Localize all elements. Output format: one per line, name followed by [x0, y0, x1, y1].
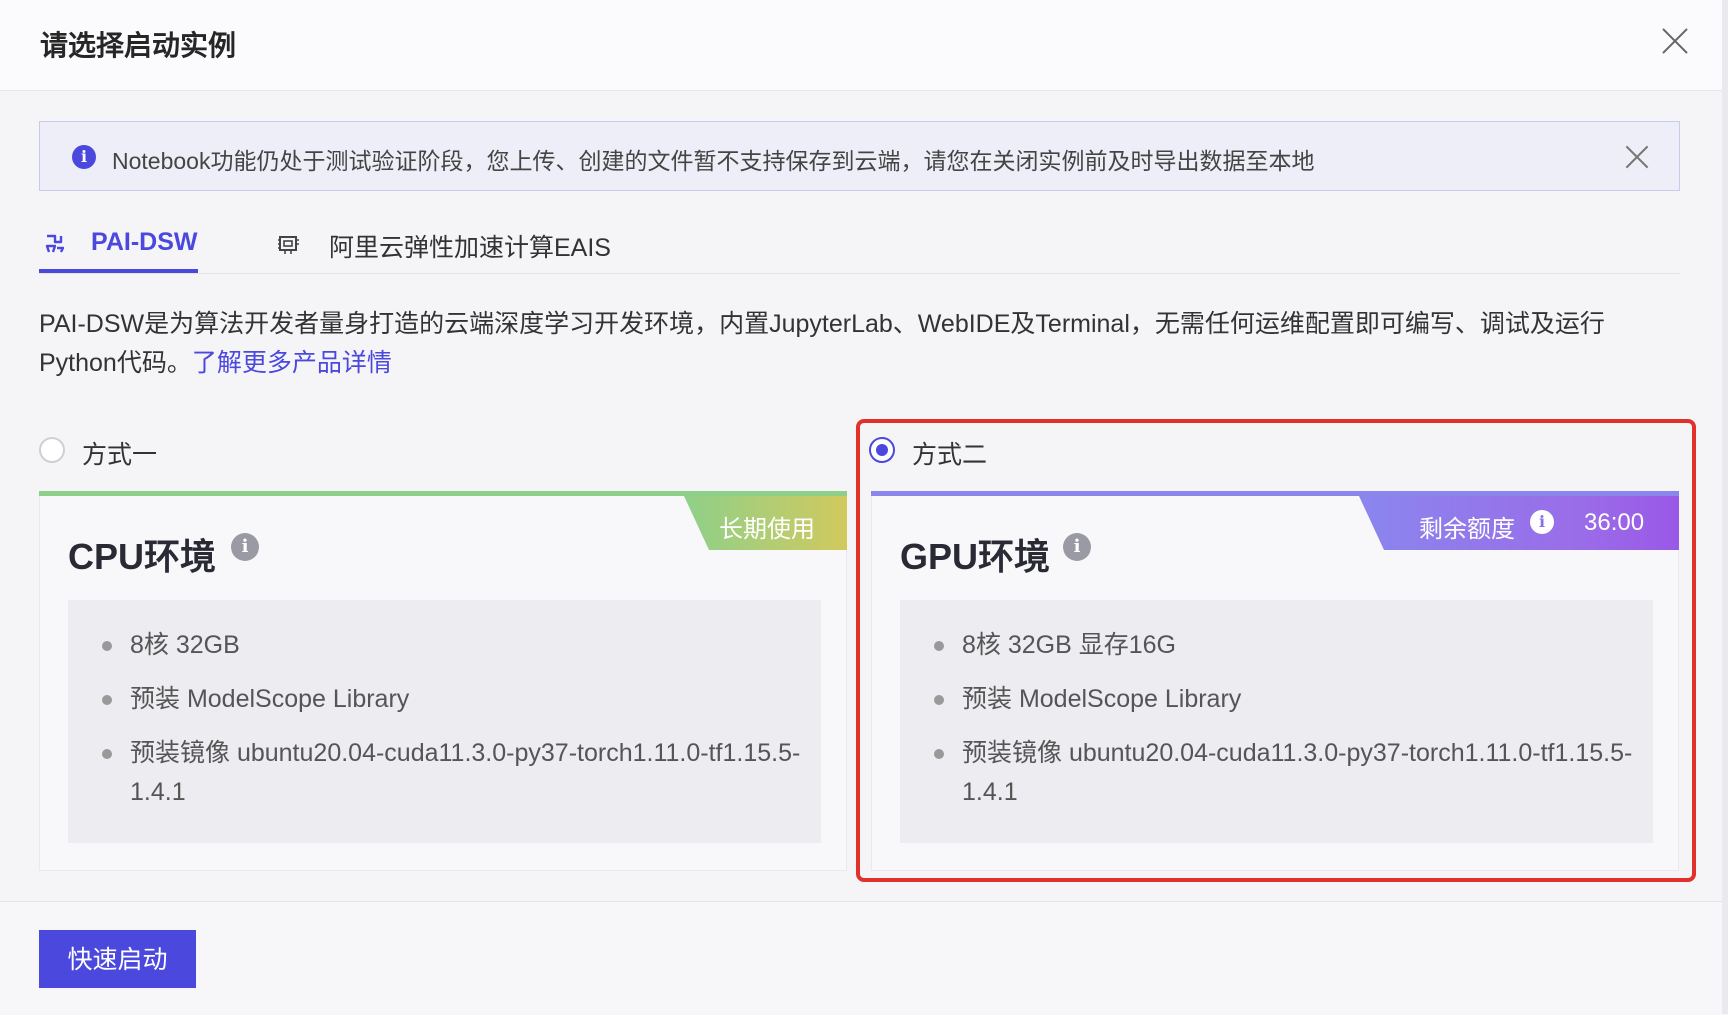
quota-label: 剩余额度 — [1419, 516, 1515, 543]
info-icon: i — [72, 145, 96, 169]
long-term-badge: 长期使用 — [684, 496, 847, 550]
product-description: PAI-DSW是为算法开发者量身打造的云端深度学习开发环境，内置JupyterL… — [39, 305, 1679, 383]
spec-item: 预装 ModelScope Library — [102, 680, 802, 719]
gpu-card-title: GPU环境 — [900, 536, 1051, 577]
spec-item: 8核 32GB — [102, 626, 802, 665]
alert-text: Notebook功能仍处于测试验证阶段，您上传、创建的文件暂不支持保存到云端，请… — [112, 148, 1315, 174]
pai-dsw-icon — [45, 234, 65, 253]
long-term-badge-text: 长期使用 — [719, 516, 815, 543]
cpu-info-icon[interactable]: i — [231, 533, 259, 561]
option-2-radio[interactable] — [869, 437, 895, 463]
tab-label: PAI-DSW — [91, 228, 198, 256]
dialog-footer: 快速启动 — [0, 901, 1728, 1015]
scrollbar-edge — [1722, 0, 1728, 1014]
gpu-info-icon[interactable]: i — [1063, 533, 1091, 561]
spec-item: 预装镜像 ubuntu20.04-cuda11.3.0-py37-torch1.… — [934, 734, 1634, 812]
option-1-label: 方式一 — [82, 441, 158, 469]
dialog-close-icon[interactable] — [1660, 26, 1690, 56]
quick-launch-button[interactable]: 快速启动 — [39, 930, 196, 988]
cpu-spec-list: 8核 32GB 预装 ModelScope Library 预装镜像 ubunt… — [102, 626, 802, 827]
quota-badge: 剩余额度 i 36:00 — [1359, 496, 1679, 550]
gpu-spec-box: 8核 32GB 显存16G 预装 ModelScope Library 预装镜像… — [900, 600, 1653, 843]
alert-close-icon[interactable] — [1624, 144, 1650, 170]
gpu-card[interactable]: 剩余额度 i 36:00 GPU环境 i 8核 32GB 显存16G 预装 Mo… — [871, 491, 1679, 871]
tab-eais[interactable]: 阿里云弹性加速计算EAIS — [277, 226, 617, 273]
dialog-title: 请选择启动实例 — [40, 30, 237, 61]
tab-label: 阿里云弹性加速计算EAIS — [329, 234, 611, 262]
learn-more-link[interactable]: 了解更多产品详情 — [192, 349, 392, 377]
quota-info-icon[interactable]: i — [1530, 510, 1554, 534]
eais-icon — [278, 236, 299, 254]
tab-pai-dsw[interactable]: PAI-DSW — [39, 226, 198, 273]
option-2-label: 方式二 — [912, 441, 988, 469]
spec-item: 预装镜像 ubuntu20.04-cuda11.3.0-py37-torch1.… — [102, 734, 802, 812]
spec-item: 预装 ModelScope Library — [934, 680, 1634, 719]
option-1-radio[interactable] — [39, 437, 65, 463]
tab-bar: PAI-DSW 阿里云弹性加速计算EAIS — [39, 220, 1680, 274]
gpu-spec-list: 8核 32GB 显存16G 预装 ModelScope Library 预装镜像… — [934, 626, 1634, 827]
instance-dialog: 请选择启动实例 i Notebook功能仍处于测试验证阶段，您上传、创建的文件暂… — [0, 0, 1728, 1015]
cpu-card-title: CPU环境 — [68, 536, 217, 577]
cpu-card[interactable]: 长期使用 CPU环境 i 8核 32GB 预装 ModelScope Libra… — [39, 491, 847, 871]
quota-value: 36:00 — [1584, 509, 1645, 536]
cpu-spec-box: 8核 32GB 预装 ModelScope Library 预装镜像 ubunt… — [68, 600, 821, 843]
gpu-card-topbar — [871, 491, 1679, 496]
cpu-card-topbar — [39, 491, 847, 496]
dialog-header: 请选择启动实例 — [0, 0, 1728, 91]
spec-item: 8核 32GB 显存16G — [934, 626, 1634, 665]
info-alert: i Notebook功能仍处于测试验证阶段，您上传、创建的文件暂不支持保存到云端… — [39, 121, 1680, 191]
